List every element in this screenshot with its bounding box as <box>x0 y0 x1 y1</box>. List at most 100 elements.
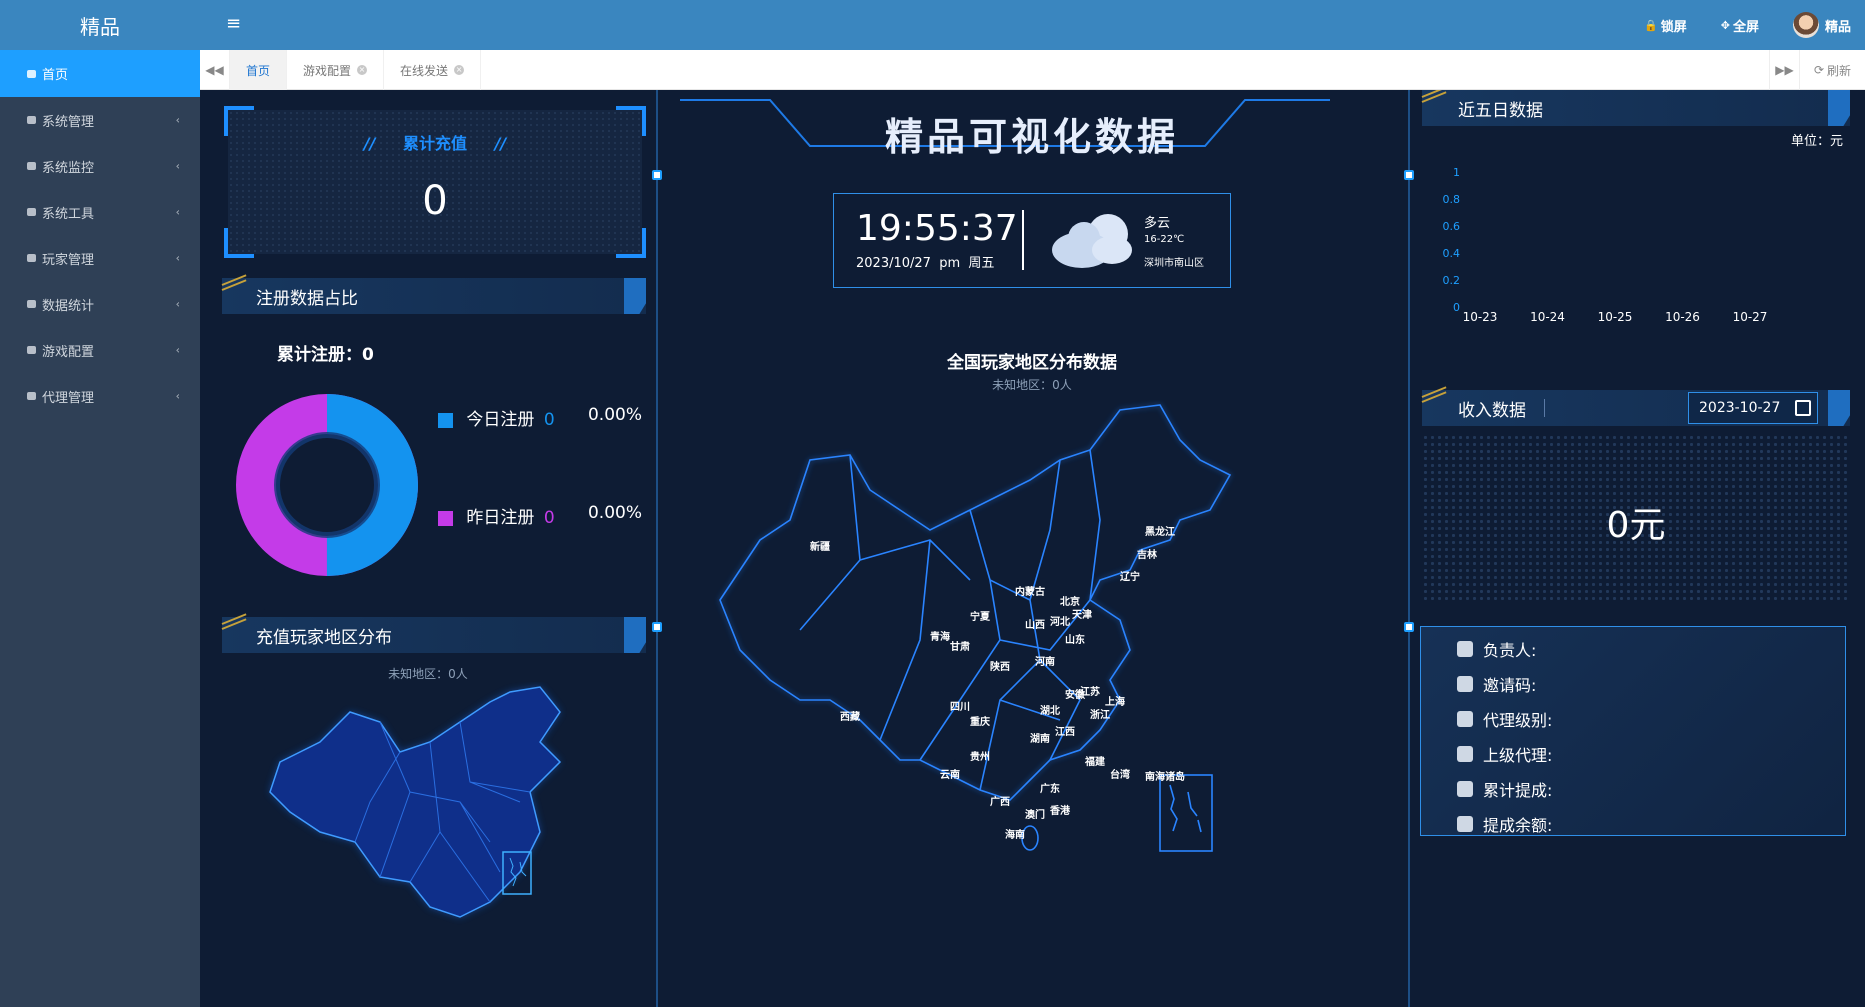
y-tick-label-0: 1 <box>1453 166 1460 179</box>
region-section-header: 充值玩家地区分布 <box>222 617 646 653</box>
map-label-25: 贵州 <box>970 750 990 763</box>
map-label-18: 湖北 <box>1040 704 1060 717</box>
divider-handle[interactable] <box>652 622 662 632</box>
map-label-27: 广西 <box>990 795 1010 808</box>
income-date-picker[interactable]: 2023-10-27 <box>1688 392 1818 424</box>
map-label-7: 吉林 <box>1137 548 1158 561</box>
donut-inner-ring <box>274 432 380 538</box>
map-label-8: 辽宁 <box>1120 570 1140 583</box>
current-time: 19:55:37 <box>856 208 1018 249</box>
title-slash-decoration <box>220 613 246 627</box>
gear-icon <box>26 114 38 126</box>
sidebar-item-system-monitor[interactable]: 系统监控 ‹ <box>0 143 200 189</box>
tab-scroll-right-icon[interactable]: ▶▶ <box>1769 50 1799 90</box>
divider-handle[interactable] <box>652 170 662 180</box>
cloud-icon <box>1052 214 1132 268</box>
tab-game-config[interactable]: 游戏配置 × <box>287 50 385 90</box>
sidebar-item-system-management[interactable]: 系统管理 ‹ <box>0 97 200 143</box>
fullscreen-label: 全屏 <box>1732 19 1759 35</box>
header-end-tab <box>1828 90 1850 126</box>
tab-scroll-left-icon[interactable]: ◀◀ <box>200 50 230 90</box>
sidebar-item-label: 代理管理 <box>42 390 95 406</box>
chevron-left-icon: ‹ <box>175 389 180 403</box>
agent-invite-label: 邀请码: <box>1483 676 1537 695</box>
user-outline-icon <box>1457 746 1473 762</box>
map-label-34: 海南 <box>1005 828 1025 841</box>
legend-percent: 0.00% <box>587 405 642 425</box>
sidebar-item-game-config[interactable]: 游戏配置 ‹ <box>0 327 200 373</box>
recharge-title-row: // 累计充值 // <box>228 130 642 154</box>
map-label-14: 河南 <box>1035 655 1055 668</box>
home-icon <box>26 68 38 80</box>
title-slash-decoration <box>1420 386 1446 400</box>
tab-label: 首页 <box>246 63 271 78</box>
user-card-icon <box>26 252 38 264</box>
title-separator <box>1544 399 1545 417</box>
avatar[interactable] <box>1792 12 1819 38</box>
divider-left <box>656 90 658 1007</box>
map-label-5: 内蒙古 <box>1015 585 1045 598</box>
header-end-tab <box>1828 390 1850 426</box>
x-tick-label-0: 10-23 <box>1463 310 1498 324</box>
chevron-left-icon: ‹ <box>175 113 180 127</box>
tab-online-send[interactable]: 在线发送 × <box>384 50 482 90</box>
divider-handle[interactable] <box>1404 622 1414 632</box>
recharge-value: 0 <box>422 178 448 224</box>
wallet-icon <box>1457 781 1473 797</box>
legend-today[interactable]: 今日注册 0 0.00% <box>438 405 642 430</box>
chevron-left-icon: ‹ <box>175 205 180 219</box>
header-end-tab <box>624 278 646 314</box>
recharge-region-map[interactable] <box>260 682 600 942</box>
lock-screen-button[interactable]: 🔒 锁屏 <box>1644 16 1687 35</box>
sidebar-item-system-tools[interactable]: 系统工具 ‹ <box>0 189 200 235</box>
income-value-panel: 0元 <box>1422 434 1850 604</box>
map-label-1: 西藏 <box>840 710 860 723</box>
corner-bracket <box>224 228 254 258</box>
user-badge-icon <box>1457 711 1473 727</box>
legend-label: 今日注册 <box>466 410 535 430</box>
menu-toggle-icon[interactable]: ≡ <box>226 15 241 33</box>
map-label-31: 南海诸岛 <box>1145 770 1185 783</box>
total-register-label: 累计注册：0 <box>277 345 374 365</box>
title-slash-decoration <box>220 274 246 288</box>
close-icon[interactable]: × <box>357 65 368 75</box>
refresh-button[interactable]: ⟳ 刷新 <box>1799 50 1865 90</box>
map-label-23: 湖南 <box>1030 732 1050 745</box>
close-icon[interactable]: × <box>454 65 465 75</box>
map-label-29: 福建 <box>1084 755 1106 768</box>
x-tick-label-1: 10-24 <box>1530 310 1565 324</box>
sidebar-item-player-management[interactable]: 玩家管理 ‹ <box>0 235 200 281</box>
sidebar-item-agent-management[interactable]: 代理管理 ‹ <box>0 373 200 419</box>
sidebar-item-label: 玩家管理 <box>42 252 95 268</box>
section-title: 近五日数据 <box>1458 100 1543 121</box>
y-tick-label-2: 0.6 <box>1443 220 1461 233</box>
tab-label: 游戏配置 <box>303 63 352 78</box>
region-unknown-count: 未知地区：0人 <box>388 667 468 681</box>
weather-condition: 多云 <box>1144 216 1171 231</box>
legend-swatch-today <box>438 412 453 428</box>
map-label-11: 河北 <box>1050 615 1070 628</box>
map-label-0: 新疆 <box>810 540 830 553</box>
five-day-line-chart[interactable]: 1 0.8 0.6 0.4 0.2 0 10-23 10-24 10-25 10-26 10-27 <box>1440 160 1840 380</box>
sidebar-item-label: 数据统计 <box>42 298 95 314</box>
divider-handle[interactable] <box>1404 170 1414 180</box>
income-value: 0元 <box>1606 505 1666 546</box>
map-label-10: 天津 <box>1072 608 1092 621</box>
map-label-20: 江苏 <box>1080 685 1100 698</box>
user-icon <box>1457 641 1473 657</box>
legend-percent: 0.00% <box>587 503 642 523</box>
legend-value: 0 <box>543 410 555 430</box>
tab-label: 在线发送 <box>400 63 449 78</box>
china-player-map[interactable]: 新疆西藏 青海甘肃 宁夏 内蒙古 黑龙江吉林辽宁北京天津河北山西山东河南 陕西四川重庆 湖北… <box>700 400 1340 870</box>
user-name[interactable]: 精品 <box>1825 16 1851 35</box>
brand-logo[interactable]: 精品 <box>0 0 200 50</box>
legend-yesterday[interactable]: 昨日注册 0 0.00% <box>438 503 642 528</box>
chart-unit-label: 单位：元 <box>1790 134 1843 149</box>
sidebar-item-home[interactable]: 首页 <box>0 50 200 97</box>
sidebar-item-data-statistics[interactable]: 数据统计 ‹ <box>0 281 200 327</box>
tab-home[interactable]: 首页 <box>230 50 288 90</box>
register-section-header: 注册数据占比 <box>222 278 646 314</box>
corner-bracket <box>616 228 646 258</box>
map-label-33: 香港 <box>1050 804 1071 817</box>
fullscreen-button[interactable]: ✥ 全屏 <box>1721 16 1759 35</box>
